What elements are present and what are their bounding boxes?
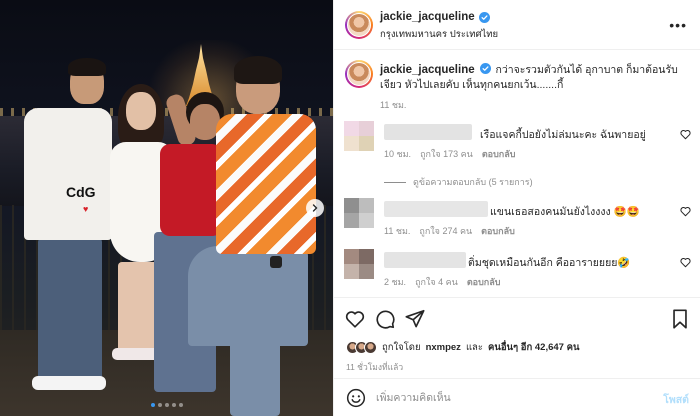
commenter-name-redacted <box>384 252 466 268</box>
comment-text: แขนเธอสองคนมันยังไงงงง 🤩🤩 <box>490 206 640 218</box>
heart-icon[interactable] <box>344 308 366 330</box>
reply-button[interactable]: ตอบกลับ <box>467 275 501 289</box>
person-1-legs <box>38 238 102 386</box>
likes-others[interactable]: คนอื่นๆ อีก 42,647 คน <box>488 340 579 355</box>
reply-button[interactable]: ตอบกลับ <box>482 147 516 161</box>
comment-item: เรือแจคกี้ปอยังไม่ล่มนะคะ ฉันพายอยู่ 10 … <box>334 121 700 165</box>
comment-input[interactable] <box>376 389 636 407</box>
caption-avatar[interactable] <box>345 60 373 88</box>
comment-likes[interactable]: ถูกใจ 173 คน <box>420 147 473 161</box>
commenter-avatar[interactable] <box>344 249 374 279</box>
view-replies-link[interactable]: ดูข้อความตอบกลับ (5 รายการ) <box>384 175 533 189</box>
liker-avatar <box>364 341 377 354</box>
commenter-avatar[interactable] <box>344 198 374 228</box>
post-photo[interactable]: CdG ♥ <box>0 0 333 416</box>
post-header: jackie_jacqueline กรุงเทพมหานคร ประเทศไท… <box>334 0 700 50</box>
post-comment-button[interactable]: โพสต์ <box>663 391 689 408</box>
post-time: 11 ชั่วโมงที่แล้ว <box>346 362 404 372</box>
carousel-dots <box>0 403 333 407</box>
comment-text: เรือแจคกี้ปอยังไม่ล่มนะคะ ฉันพายอยู่ <box>480 129 646 141</box>
comment-meta: 2 ชม. ถูกใจ 4 คน ตอบกลับ <box>384 275 500 289</box>
author-name-row: jackie_jacqueline <box>380 11 490 23</box>
emoji-smile-icon[interactable] <box>346 388 366 408</box>
commenter-name-redacted <box>384 201 488 217</box>
carousel-dot <box>178 403 183 407</box>
likes-summary[interactable]: ถูกใจโดย nxmpez และ คนอื่นๆ อีก 42,647 ค… <box>346 340 579 355</box>
comment-time: 2 ชม. <box>384 277 407 287</box>
person-2-head <box>126 92 156 130</box>
post-actions: ถูกใจโดย nxmpez และ คนอื่นๆ อีก 42,647 ค… <box>334 297 700 415</box>
wristwatch <box>270 256 282 268</box>
heart-icon[interactable] <box>680 257 691 268</box>
next-photo-button[interactable] <box>306 199 324 217</box>
comment-item: แขนเธอสองคนมันยังไงงงง 🤩🤩 11 ชม. ถูกใจ 2… <box>334 198 700 242</box>
commenter-name-redacted <box>384 124 472 140</box>
comment-text: ติ่มชุดเหมือนกันอีก คืออารายยยย🤣 <box>468 257 631 269</box>
likes-user[interactable]: nxmpez <box>426 342 461 353</box>
shirt-logo-text: CdG <box>66 184 96 200</box>
likes-middle: และ <box>465 342 483 353</box>
more-horizontal-icon[interactable]: ••• <box>669 17 687 33</box>
bookmark-icon[interactable] <box>669 308 691 330</box>
view-replies-label: ดูข้อความตอบกลับ (5 รายการ) <box>413 177 533 187</box>
verified-badge-icon <box>478 11 490 23</box>
caption-time: 11 ชม. <box>380 100 407 110</box>
divider-line <box>384 181 406 183</box>
post-panel: jackie_jacqueline กรุงเทพมหานคร ประเทศไท… <box>333 0 700 416</box>
post-location[interactable]: กรุงเทพมหานคร ประเทศไทย <box>380 27 498 42</box>
comment-meta: 11 ชม. ถูกใจ 274 คน ตอบกลับ <box>384 224 515 238</box>
person-4-legs <box>188 246 308 346</box>
verified-badge-icon <box>479 63 491 74</box>
person-4-hair <box>234 56 282 84</box>
carousel-dot <box>157 403 162 407</box>
person-1-shoes <box>32 376 106 390</box>
caption-text-block: jackie_jacqueline กว่าจะรวมตัวกันได้ อุก… <box>380 63 690 93</box>
comment-meta: 10 ชม. ถูกใจ 173 คน ตอบกลับ <box>384 147 515 161</box>
person-1-shirt <box>24 108 112 240</box>
carousel-dot <box>150 403 155 407</box>
share-icon[interactable] <box>404 308 426 330</box>
heart-icon[interactable] <box>680 129 691 140</box>
person-4-shirt <box>216 114 316 254</box>
author-username[interactable]: jackie_jacqueline <box>380 11 475 23</box>
add-comment-bar: โพสต์ <box>334 378 700 416</box>
author-avatar[interactable] <box>345 11 373 39</box>
comment-item: ติ่มชุดเหมือนกันอีก คืออารายยยย🤣 2 ชม. ถ… <box>334 249 700 293</box>
chevron-right-icon <box>312 204 318 212</box>
comment-likes[interactable]: ถูกใจ 4 คน <box>415 275 458 289</box>
comment-likes[interactable]: ถูกใจ 274 คน <box>419 224 472 238</box>
comment-icon[interactable] <box>374 308 396 330</box>
person-3-top <box>160 144 222 236</box>
heart-icon[interactable] <box>680 206 691 217</box>
reply-button[interactable]: ตอบกลับ <box>481 224 515 238</box>
liker-avatars <box>346 341 377 354</box>
person-1-hair <box>68 58 106 76</box>
commenter-avatar[interactable] <box>344 121 374 151</box>
likes-prefix: ถูกใจโดย <box>382 342 421 353</box>
shirt-heart-icon: ♥ <box>83 204 89 214</box>
carousel-dot <box>164 403 169 407</box>
comment-time: 10 ชม. <box>384 149 412 159</box>
comment-time: 11 ชม. <box>384 226 411 236</box>
carousel-dot <box>171 403 176 407</box>
caption-username[interactable]: jackie_jacqueline <box>380 64 475 76</box>
